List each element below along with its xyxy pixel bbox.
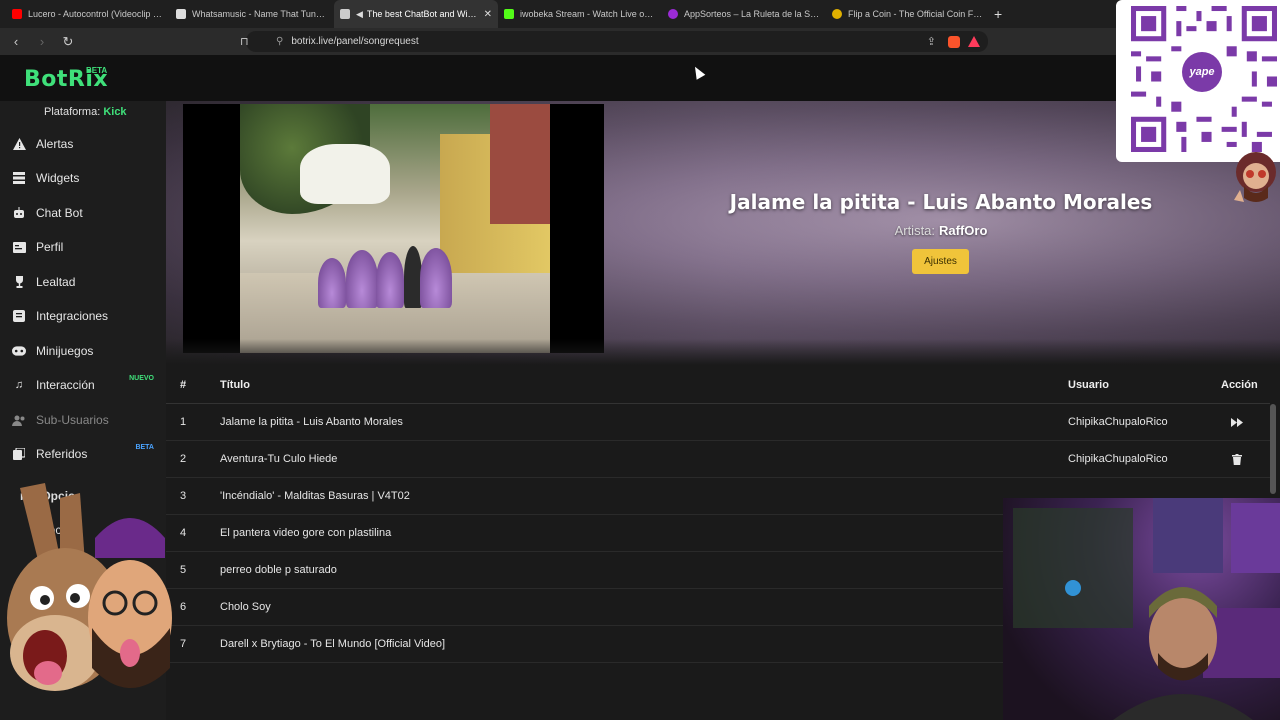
trash-icon[interactable] bbox=[1229, 451, 1245, 467]
robot-icon bbox=[12, 206, 26, 220]
reload-icon[interactable]: ↻ bbox=[58, 34, 78, 50]
browser-tab-active[interactable]: ◀ The best ChatBot and Widge ✕ bbox=[334, 0, 498, 28]
beta-badge: BETA bbox=[135, 444, 154, 451]
yape-qr-code: yape bbox=[1116, 0, 1280, 162]
video-scene-building bbox=[490, 104, 550, 224]
sidebar-item-chat-bot[interactable]: Chat Bot bbox=[12, 202, 162, 224]
close-tab-icon[interactable]: ✕ bbox=[484, 9, 492, 20]
whatsamusic-icon bbox=[176, 9, 186, 19]
browser-tab[interactable]: Lucero - Autocontrol (Videoclip Resto bbox=[6, 0, 170, 28]
video-scene-dancer bbox=[346, 250, 378, 308]
skip-icon[interactable] bbox=[1229, 414, 1245, 430]
plug-icon bbox=[12, 309, 26, 323]
banner-fade bbox=[166, 339, 1280, 365]
video-scene-dancer bbox=[376, 252, 404, 308]
table-scrollbar[interactable] bbox=[1270, 404, 1276, 494]
settings-button[interactable]: Ajustes bbox=[912, 249, 969, 274]
video-scene-dancer bbox=[420, 248, 452, 308]
browser-tab-bar: Lucero - Autocontrol (Videoclip Resto Wh… bbox=[0, 0, 1280, 28]
bookmark-icon[interactable]: ⊓ bbox=[240, 35, 249, 48]
browser-tab[interactable]: AppSorteos – La Ruleta de la Suerte bbox=[662, 0, 826, 28]
kick-icon bbox=[504, 9, 514, 19]
warning-icon bbox=[12, 137, 26, 151]
sidebar-item-minijuegos[interactable]: Minijuegos bbox=[12, 340, 162, 362]
youtube-icon bbox=[12, 9, 22, 19]
video-frame bbox=[240, 104, 550, 353]
site-info-icon[interactable]: ⚲ bbox=[276, 36, 283, 47]
browser-tab[interactable]: iwobeka Stream - Watch Live on Kick bbox=[498, 0, 662, 28]
video-scene-dancer bbox=[318, 258, 346, 308]
now-playing-banner: Jalame la pitita - Luis Abanto Morales A… bbox=[166, 101, 1280, 365]
video-player[interactable] bbox=[183, 104, 604, 353]
music-icon: ♫ bbox=[14, 379, 24, 391]
new-tab-button[interactable]: + bbox=[994, 6, 1002, 22]
appsorteos-icon bbox=[668, 9, 678, 19]
now-playing-artist: Artista: RaffOro bbox=[894, 223, 988, 238]
sidebar-item-interaccion[interactable]: ♫ Interacción NUEVO bbox=[12, 374, 162, 396]
sidebar-item-perfil[interactable]: Perfil bbox=[12, 236, 162, 258]
sidebar-item-alertas[interactable]: Alertas bbox=[12, 133, 162, 155]
botrix-favicon-icon bbox=[340, 9, 350, 19]
platform-indicator: Plataforma: Kick bbox=[44, 106, 127, 118]
audio-playing-icon: ◀ bbox=[356, 8, 363, 19]
webcam-overlay bbox=[1003, 498, 1280, 720]
share-icon bbox=[12, 447, 26, 461]
sidebar-item-referidos[interactable]: Referidos BETA bbox=[12, 443, 162, 465]
gamepad-icon bbox=[12, 344, 26, 358]
grid-icon bbox=[12, 171, 26, 185]
browser-toolbar: ‹ › ↻ ⊓ ⚲ botrix.live/panel/songrequest … bbox=[0, 28, 1280, 55]
forward-icon[interactable]: › bbox=[32, 34, 52, 49]
sidebar-item-integraciones[interactable]: Integraciones bbox=[12, 305, 162, 327]
id-card-icon bbox=[12, 240, 26, 254]
brave-rewards-icon[interactable] bbox=[968, 36, 980, 47]
webcam-feed bbox=[1013, 498, 1280, 720]
video-scene-sky bbox=[300, 144, 390, 204]
brave-shields-icon[interactable] bbox=[948, 35, 960, 48]
users-icon bbox=[12, 413, 26, 427]
browser-tab[interactable]: Flip a Coin - The Official Coin Flip Ga bbox=[826, 0, 990, 28]
trophy-icon bbox=[12, 275, 26, 289]
streamer-avatar-icon bbox=[1234, 152, 1276, 202]
coin-icon bbox=[832, 9, 842, 19]
beta-badge: BETA bbox=[86, 66, 108, 75]
browser-tab[interactable]: Whatsamusic - Name That Tune, Gue bbox=[170, 0, 334, 28]
nuevo-badge: NUEVO bbox=[129, 375, 154, 382]
share-icon[interactable]: ⇪ bbox=[927, 35, 936, 48]
table-header: # Título Usuario Acción bbox=[166, 367, 1270, 404]
sidebar-item-widgets[interactable]: Widgets bbox=[12, 167, 162, 189]
url-text[interactable]: botrix.live/panel/songrequest bbox=[291, 36, 418, 47]
table-row[interactable]: 2 Aventura-Tu Culo Hiede ChipikaChupaloR… bbox=[166, 441, 1270, 478]
table-row[interactable]: 1 Jalame la pitita - Luis Abanto Morales… bbox=[166, 404, 1270, 441]
now-playing-title: Jalame la pitita - Luis Abanto Morales bbox=[729, 190, 1153, 214]
address-bar[interactable]: ⊓ ⚲ botrix.live/panel/songrequest ⇪ bbox=[240, 31, 988, 52]
back-icon[interactable]: ‹ bbox=[6, 34, 26, 49]
yape-logo: yape bbox=[1182, 52, 1222, 92]
app-header: BotRix BETA bbox=[0, 55, 1280, 101]
donkey-mascot-icon bbox=[7, 483, 172, 691]
sidebar-item-lealtad[interactable]: Lealtad bbox=[12, 271, 162, 293]
sidebar-item-sub-usuarios[interactable]: Sub-Usuarios bbox=[12, 409, 162, 431]
